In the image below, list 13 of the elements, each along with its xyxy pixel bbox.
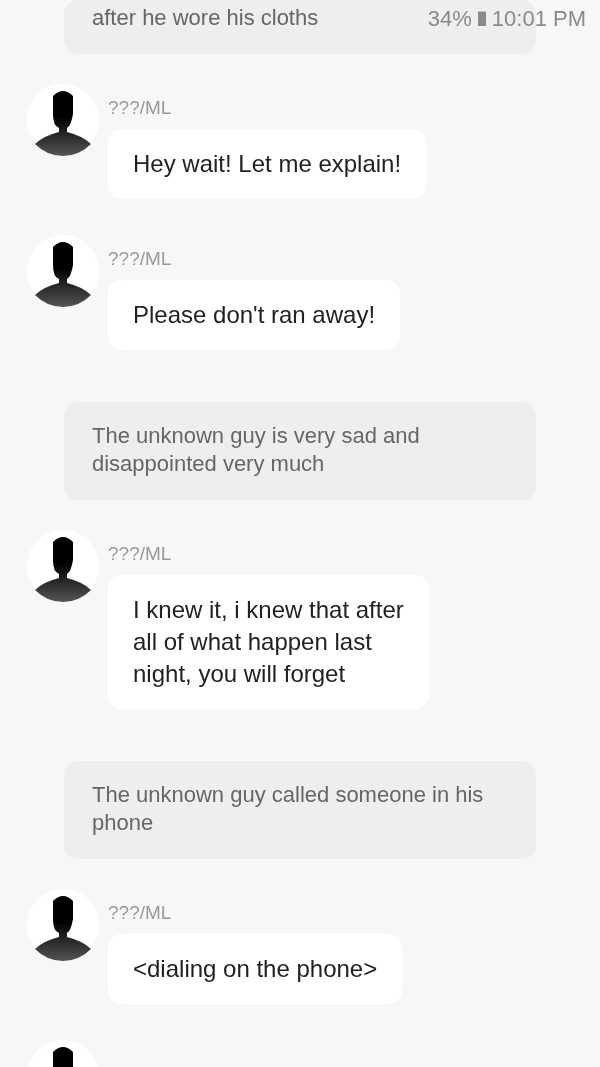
message-text: Hey wait! Let me explain!: [133, 149, 402, 179]
sender-name: ???/ML: [108, 542, 173, 566]
narration-text: after he wore his cloths: [92, 4, 319, 32]
message-text: <dialing on the phone>: [133, 954, 378, 984]
message-text: Please don't ran away!: [133, 300, 376, 330]
sender-name: ???/ML: [108, 901, 173, 925]
battery-level: 34%: [427, 4, 472, 33]
sender-name: ???/ML: [108, 247, 173, 271]
narration-text: The unknown guy is very sad and disappointed very much: [92, 422, 420, 478]
message-text: I knew it, i knew that after all of what happen last night, you will forget: [133, 595, 404, 689]
clock-time: 10:01 PM: [491, 4, 586, 33]
sender-name: ???/ML: [108, 96, 173, 120]
narration-text: The unknown guy called someone in his phone: [92, 781, 484, 837]
